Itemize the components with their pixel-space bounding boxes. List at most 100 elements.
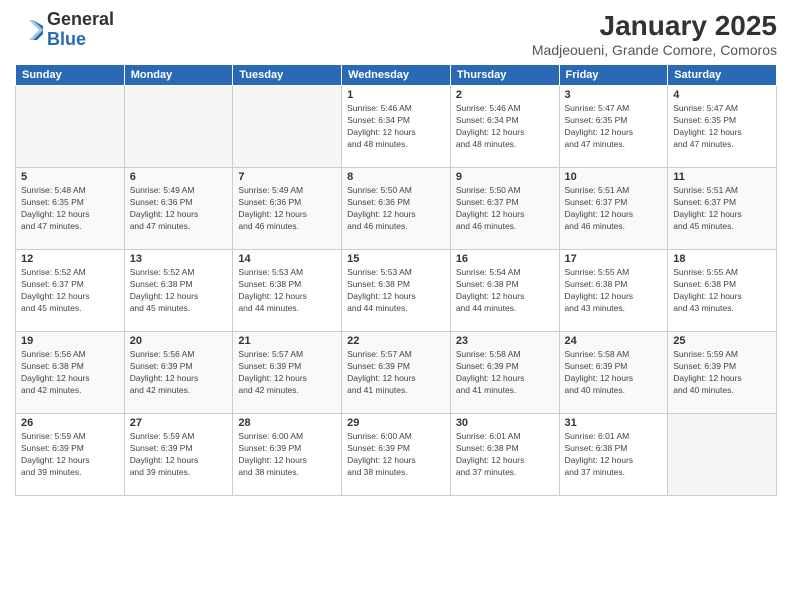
table-row [233, 86, 342, 168]
day-info: Sunrise: 5:55 AM Sunset: 6:38 PM Dayligh… [673, 267, 771, 315]
day-number: 14 [238, 253, 336, 265]
day-number: 10 [565, 171, 663, 183]
table-row: 10 Sunrise: 5:51 AM Sunset: 6:37 PM Dayli… [559, 168, 668, 250]
day-number: 25 [673, 335, 771, 347]
day-number: 4 [673, 89, 771, 101]
day-info: Sunrise: 5:59 AM Sunset: 6:39 PM Dayligh… [21, 431, 119, 479]
table-row: 16Sunrise: 5:54 AM Sunset: 6:38 PM Dayli… [450, 250, 559, 332]
table-row: 19 Sunrise: 5:56 AM Sunset: 6:38 PM Dayli… [16, 332, 125, 414]
table-row: 24 Sunrise: 5:58 AM Sunset: 6:39 PM Dayli… [559, 332, 668, 414]
day-number: 24 [565, 335, 663, 347]
calendar-week-row: 1 Sunrise: 5:46 AM Sunset: 6:34 PM Daylig… [16, 86, 777, 168]
day-number: 15 [347, 253, 445, 265]
table-row: 6 Sunrise: 5:49 AM Sunset: 6:36 PM Daylig… [124, 168, 233, 250]
day-info: Sunrise: 5:56 AM Sunset: 6:39 PM Dayligh… [130, 349, 228, 397]
header-monday: Monday [124, 65, 233, 86]
day-number: 20 [130, 335, 228, 347]
day-info: Sunrise: 5:46 AM Sunset: 6:34 PM Dayligh… [347, 103, 445, 151]
table-row: 3Sunrise: 5:47 AM Sunset: 6:35 PM Daylig… [559, 86, 668, 168]
day-info: Sunrise: 5:55 AM Sunset: 6:38 PM Dayligh… [565, 267, 663, 315]
table-row [16, 86, 125, 168]
day-number: 17 [565, 253, 663, 265]
table-row: 8 Sunrise: 5:50 AM Sunset: 6:36 PM Daylig… [342, 168, 451, 250]
day-number: 5 [21, 171, 119, 183]
day-info: Sunrise: 6:01 AM Sunset: 6:38 PM Dayligh… [456, 431, 554, 479]
header: General Blue January 2025 Madjeoueni, Gr… [15, 10, 777, 58]
header-tuesday: Tuesday [233, 65, 342, 86]
day-number: 23 [456, 335, 554, 347]
day-info: Sunrise: 5:58 AM Sunset: 6:39 PM Dayligh… [565, 349, 663, 397]
day-number: 19 [21, 335, 119, 347]
day-number: 31 [565, 417, 663, 429]
day-info: Sunrise: 5:58 AM Sunset: 6:39 PM Dayligh… [456, 349, 554, 397]
table-row: 2Sunrise: 5:46 AM Sunset: 6:34 PM Daylig… [450, 86, 559, 168]
title-block: January 2025 Madjeoueni, Grande Comore, … [532, 10, 777, 58]
table-row: 21 Sunrise: 5:57 AM Sunset: 6:39 PM Dayli… [233, 332, 342, 414]
day-number: 30 [456, 417, 554, 429]
table-row: 1 Sunrise: 5:46 AM Sunset: 6:34 PM Daylig… [342, 86, 451, 168]
day-number: 9 [456, 171, 554, 183]
day-number: 12 [21, 253, 119, 265]
table-row: 25 Sunrise: 5:59 AM Sunset: 6:39 PM Dayli… [668, 332, 777, 414]
day-info: Sunrise: 5:51 AM Sunset: 6:37 PM Dayligh… [565, 185, 663, 233]
logo-text: General Blue [47, 10, 114, 50]
day-info: Sunrise: 5:53 AM Sunset: 6:38 PM Dayligh… [347, 267, 445, 315]
table-row: 15 Sunrise: 5:53 AM Sunset: 6:38 PM Dayli… [342, 250, 451, 332]
day-number: 13 [130, 253, 228, 265]
header-sunday: Sunday [16, 65, 125, 86]
calendar-week-row: 19 Sunrise: 5:56 AM Sunset: 6:38 PM Dayli… [16, 332, 777, 414]
table-row: 18 Sunrise: 5:55 AM Sunset: 6:38 PM Dayli… [668, 250, 777, 332]
day-number: 8 [347, 171, 445, 183]
header-wednesday: Wednesday [342, 65, 451, 86]
logo-general: General [47, 9, 114, 29]
calendar-table: Sunday Monday Tuesday Wednesday Thursday… [15, 64, 777, 496]
table-row: 26 Sunrise: 5:59 AM Sunset: 6:39 PM Dayli… [16, 414, 125, 496]
day-info: Sunrise: 5:50 AM Sunset: 6:37 PM Dayligh… [456, 185, 554, 233]
day-info: Sunrise: 5:52 AM Sunset: 6:37 PM Dayligh… [21, 267, 119, 315]
day-info: Sunrise: 6:00 AM Sunset: 6:39 PM Dayligh… [347, 431, 445, 479]
calendar-week-row: 5 Sunrise: 5:48 AM Sunset: 6:35 PM Daylig… [16, 168, 777, 250]
table-row: 29 Sunrise: 6:00 AM Sunset: 6:39 PM Dayli… [342, 414, 451, 496]
table-row: 11Sunrise: 5:51 AM Sunset: 6:37 PM Dayli… [668, 168, 777, 250]
calendar-title: January 2025 [532, 10, 777, 42]
day-info: Sunrise: 5:57 AM Sunset: 6:39 PM Dayligh… [238, 349, 336, 397]
day-info: Sunrise: 6:01 AM Sunset: 6:38 PM Dayligh… [565, 431, 663, 479]
day-info: Sunrise: 5:52 AM Sunset: 6:38 PM Dayligh… [130, 267, 228, 315]
table-row [124, 86, 233, 168]
day-info: Sunrise: 5:53 AM Sunset: 6:38 PM Dayligh… [238, 267, 336, 315]
day-number: 18 [673, 253, 771, 265]
day-info: Sunrise: 5:49 AM Sunset: 6:36 PM Dayligh… [130, 185, 228, 233]
day-info: Sunrise: 5:46 AM Sunset: 6:34 PM Dayligh… [456, 103, 554, 151]
day-number: 7 [238, 171, 336, 183]
day-info: Sunrise: 5:49 AM Sunset: 6:36 PM Dayligh… [238, 185, 336, 233]
day-info: Sunrise: 5:48 AM Sunset: 6:35 PM Dayligh… [21, 185, 119, 233]
day-info: Sunrise: 5:54 AM Sunset: 6:38 PM Dayligh… [456, 267, 554, 315]
day-info: Sunrise: 5:56 AM Sunset: 6:38 PM Dayligh… [21, 349, 119, 397]
day-number: 29 [347, 417, 445, 429]
header-friday: Friday [559, 65, 668, 86]
day-info: Sunrise: 5:59 AM Sunset: 6:39 PM Dayligh… [130, 431, 228, 479]
table-row: 31 Sunrise: 6:01 AM Sunset: 6:38 PM Dayli… [559, 414, 668, 496]
header-thursday: Thursday [450, 65, 559, 86]
day-info: Sunrise: 5:50 AM Sunset: 6:36 PM Dayligh… [347, 185, 445, 233]
table-row: 13 Sunrise: 5:52 AM Sunset: 6:38 PM Dayli… [124, 250, 233, 332]
table-row: 12 Sunrise: 5:52 AM Sunset: 6:37 PM Dayli… [16, 250, 125, 332]
table-row: 27 Sunrise: 5:59 AM Sunset: 6:39 PM Dayli… [124, 414, 233, 496]
day-number: 3 [565, 89, 663, 101]
header-saturday: Saturday [668, 65, 777, 86]
calendar-week-row: 12 Sunrise: 5:52 AM Sunset: 6:37 PM Dayli… [16, 250, 777, 332]
day-number: 1 [347, 89, 445, 101]
page: General Blue January 2025 Madjeoueni, Gr… [0, 0, 792, 612]
calendar-subtitle: Madjeoueni, Grande Comore, Comoros [532, 42, 777, 58]
day-info: Sunrise: 6:00 AM Sunset: 6:39 PM Dayligh… [238, 431, 336, 479]
day-number: 21 [238, 335, 336, 347]
day-number: 27 [130, 417, 228, 429]
day-number: 26 [21, 417, 119, 429]
day-number: 11 [673, 171, 771, 183]
table-row: 9 Sunrise: 5:50 AM Sunset: 6:37 PM Daylig… [450, 168, 559, 250]
table-row: 5 Sunrise: 5:48 AM Sunset: 6:35 PM Daylig… [16, 168, 125, 250]
day-info: Sunrise: 5:59 AM Sunset: 6:39 PM Dayligh… [673, 349, 771, 397]
table-row: 22Sunrise: 5:57 AM Sunset: 6:39 PM Dayli… [342, 332, 451, 414]
table-row: 7 Sunrise: 5:49 AM Sunset: 6:36 PM Daylig… [233, 168, 342, 250]
day-number: 6 [130, 171, 228, 183]
